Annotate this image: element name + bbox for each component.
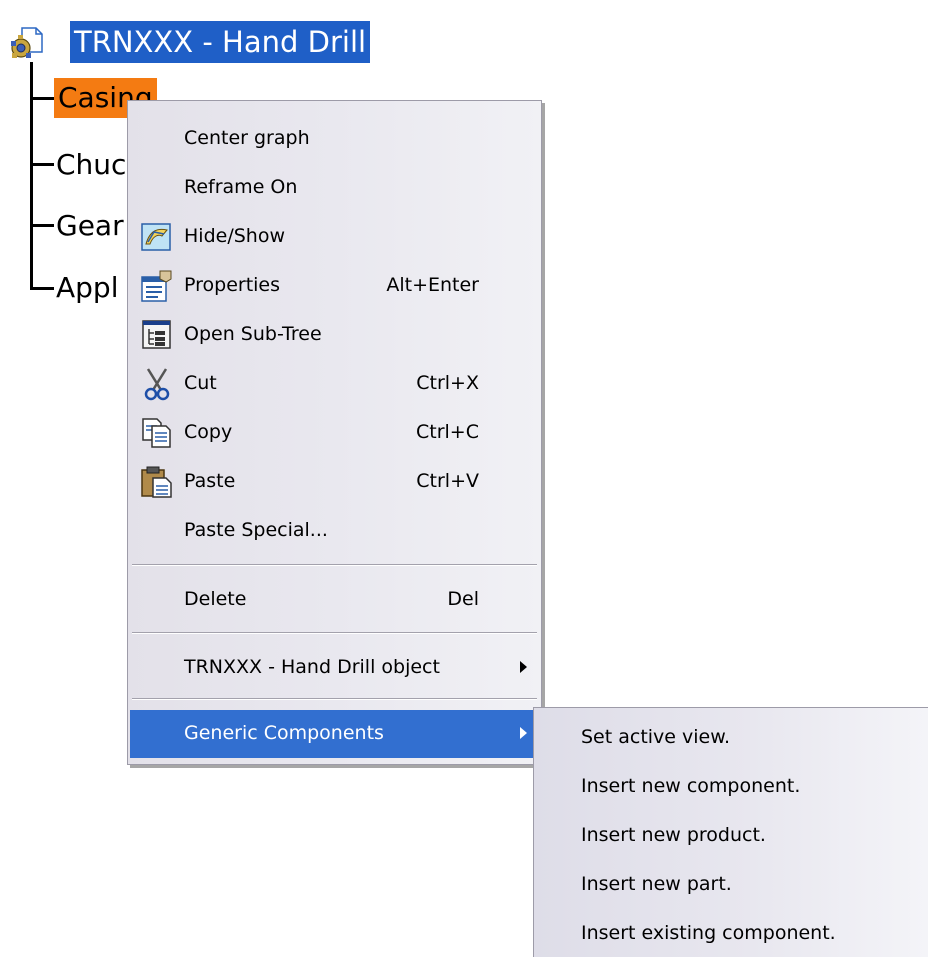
menu-item-copy[interactable]: Copy Ctrl+C bbox=[130, 409, 539, 457]
properties-icon bbox=[140, 269, 174, 303]
context-menu: Center graph Reframe On Hide/Show Proper… bbox=[127, 100, 542, 765]
tree-root-label[interactable]: TRNXXX - Hand Drill bbox=[70, 21, 371, 63]
tree-branch bbox=[30, 163, 54, 166]
tree-branch bbox=[30, 224, 54, 227]
menu-item-properties[interactable]: Properties Alt+Enter bbox=[130, 262, 539, 310]
menu-item-open-sub-tree[interactable]: Open Sub-Tree bbox=[130, 311, 539, 359]
menu-item-paste[interactable]: Paste Ctrl+V bbox=[130, 458, 539, 506]
generic-components-submenu: Set active view. Insert new component. I… bbox=[533, 707, 928, 957]
submenu-item-insert-new-part[interactable]: Insert new part. bbox=[534, 861, 928, 909]
submenu-item-insert-new-product[interactable]: Insert new product. bbox=[534, 812, 928, 860]
paste-icon bbox=[140, 465, 174, 499]
open-sub-tree-icon bbox=[140, 318, 174, 352]
menu-separator bbox=[132, 632, 537, 634]
menu-item-generic-components[interactable]: Generic Components bbox=[130, 710, 539, 758]
menu-item-reframe-on[interactable]: Reframe On bbox=[130, 164, 539, 212]
tree-branch bbox=[30, 287, 54, 290]
copy-icon bbox=[140, 416, 174, 450]
product-icon[interactable] bbox=[8, 26, 46, 64]
tree-node-applications[interactable]: Appl bbox=[56, 268, 118, 308]
submenu-item-set-active-view[interactable]: Set active view. bbox=[534, 714, 928, 762]
menu-separator bbox=[132, 564, 537, 566]
submenu-item-insert-existing-component[interactable]: Insert existing component. bbox=[534, 910, 928, 958]
menu-item-delete[interactable]: Delete Del bbox=[130, 576, 539, 624]
hide-show-icon bbox=[140, 220, 174, 254]
submenu-arrow-icon bbox=[520, 727, 527, 739]
menu-item-cut[interactable]: Cut Ctrl+X bbox=[130, 360, 539, 408]
tree-branch bbox=[30, 97, 54, 100]
menu-item-hide-show[interactable]: Hide/Show bbox=[130, 213, 539, 261]
menu-item-center-graph[interactable]: Center graph bbox=[130, 115, 539, 163]
scissors-icon bbox=[140, 367, 174, 401]
submenu-item-insert-new-component[interactable]: Insert new component. bbox=[534, 763, 928, 811]
tree-node-gear[interactable]: Gear bbox=[56, 206, 124, 246]
menu-separator bbox=[132, 698, 537, 700]
menu-item-paste-special[interactable]: Paste Special... bbox=[130, 507, 539, 555]
tree-node-chuck[interactable]: Chuc bbox=[56, 145, 126, 185]
submenu-arrow-icon bbox=[520, 661, 527, 673]
menu-item-hand-drill-object[interactable]: TRNXXX - Hand Drill object bbox=[130, 644, 539, 692]
